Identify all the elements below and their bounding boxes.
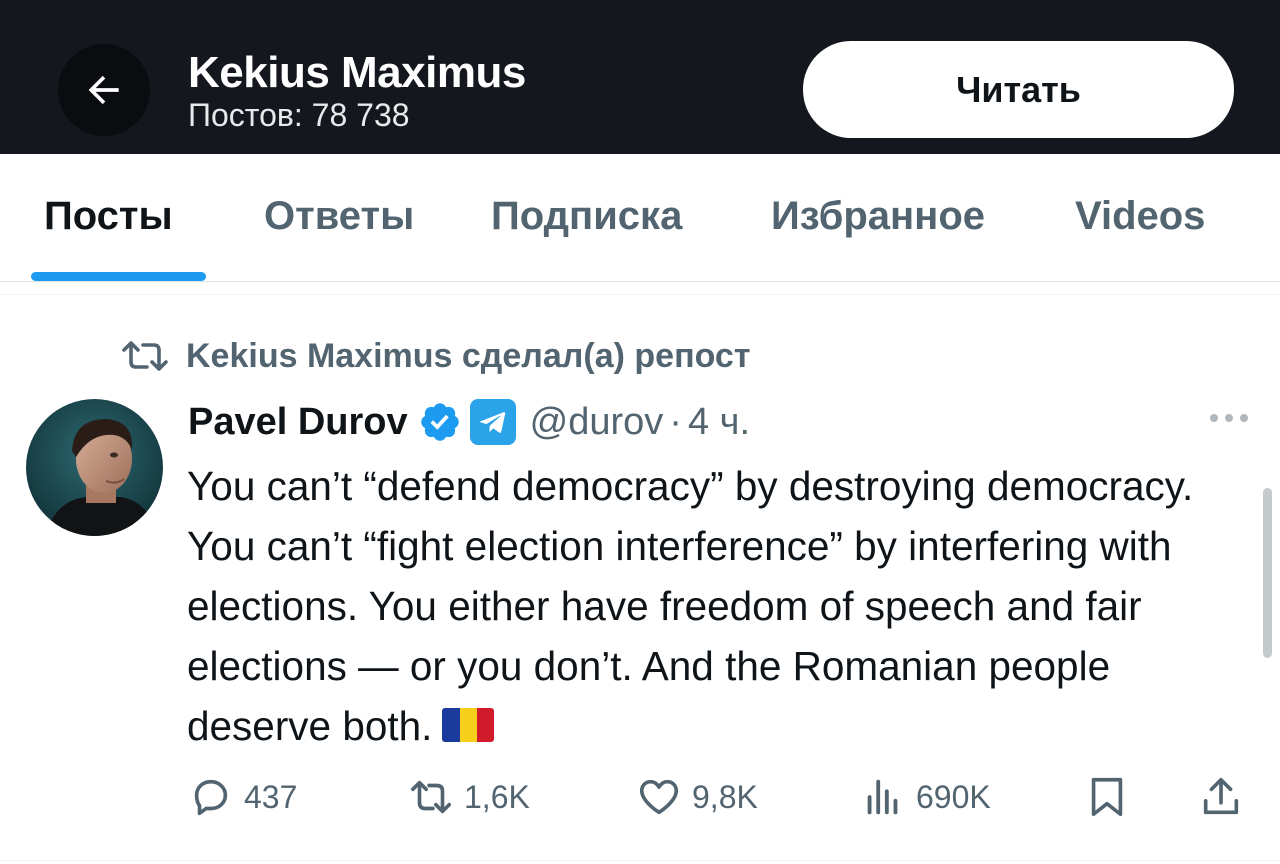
more-icon[interactable] bbox=[1208, 408, 1250, 428]
views-icon bbox=[867, 779, 898, 815]
profile-tabs: Посты Ответы Подписка Избранное Videos bbox=[0, 154, 1280, 282]
avatar-image bbox=[26, 399, 163, 536]
bookmark-button[interactable] bbox=[1084, 772, 1130, 822]
share-icon bbox=[1203, 777, 1239, 815]
tab-replies[interactable]: Ответы bbox=[264, 194, 414, 239]
tab-subscriptions[interactable]: Подписка bbox=[491, 194, 682, 239]
back-button[interactable] bbox=[58, 44, 150, 136]
tab-likes[interactable]: Избранное bbox=[771, 194, 985, 239]
retweet-icon bbox=[410, 780, 452, 814]
telegram-icon bbox=[479, 412, 505, 433]
reply-button[interactable]: 437 bbox=[188, 772, 297, 822]
retweet-count: 1,6K bbox=[464, 778, 530, 815]
profile-title: Kekius Maximus bbox=[188, 48, 526, 97]
tweet-text: You can’t “defend democracy” by destroyi… bbox=[187, 456, 1247, 756]
divider bbox=[0, 294, 1280, 295]
tab-posts[interactable]: Посты bbox=[44, 194, 173, 239]
share-button[interactable] bbox=[1198, 772, 1244, 822]
reply-count: 437 bbox=[244, 778, 298, 815]
avatar[interactable] bbox=[26, 399, 163, 536]
posts-count: Постов: 78 738 bbox=[188, 97, 410, 133]
follow-button[interactable]: Читать bbox=[803, 41, 1234, 138]
telegram-badge[interactable] bbox=[469, 399, 516, 445]
tab-videos[interactable]: Videos bbox=[1075, 194, 1205, 239]
tweet-author-row: Pavel Durov @durov · 4 ч. bbox=[188, 396, 750, 448]
author-handle[interactable]: @durov bbox=[530, 401, 664, 444]
separator-dot: · bbox=[669, 400, 682, 443]
profile-header: Kekius Maximus Постов: 78 738 Читать bbox=[0, 0, 1280, 154]
tweet-text-body: You can’t “defend democracy” by destroyi… bbox=[187, 463, 1194, 749]
author-name[interactable]: Pavel Durov bbox=[188, 401, 408, 444]
heart-icon bbox=[639, 779, 679, 815]
retweet-button[interactable]: 1,6K bbox=[408, 772, 530, 822]
retweet-icon bbox=[122, 341, 168, 371]
scrollbar[interactable] bbox=[1263, 488, 1272, 658]
divider bbox=[0, 860, 1280, 861]
reply-icon bbox=[194, 779, 228, 816]
repost-label: Kekius Maximus сделал(а) репост bbox=[186, 336, 751, 375]
like-count: 9,8K bbox=[692, 778, 758, 815]
tweet-time[interactable]: 4 ч. bbox=[688, 401, 750, 444]
views-button[interactable]: 690K bbox=[860, 772, 991, 822]
back-arrow-icon bbox=[88, 75, 119, 105]
active-tab-indicator bbox=[31, 272, 206, 281]
romania-flag-emoji bbox=[442, 708, 495, 743]
bookmark-icon bbox=[1091, 777, 1123, 817]
like-button[interactable]: 9,8K bbox=[636, 772, 758, 822]
verified-badge-icon[interactable] bbox=[418, 400, 462, 444]
repost-context[interactable]: Kekius Maximus сделал(а) репост bbox=[120, 336, 751, 376]
views-count: 690K bbox=[916, 778, 991, 815]
